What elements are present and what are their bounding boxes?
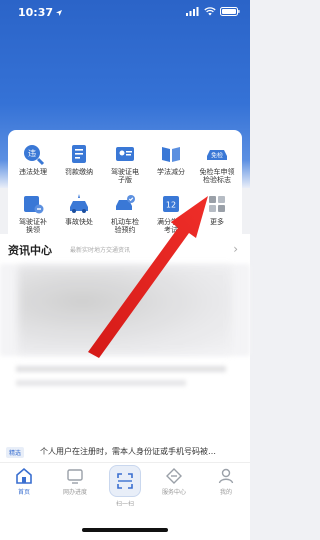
service-label-line1: 驾驶证电 (111, 168, 139, 176)
notice-text: 个人用户在注册时，需本人身份证或手机号码被… (40, 447, 216, 456)
service-label: 更多 (210, 218, 224, 226)
exempt-icon-text: 免检 (211, 152, 223, 160)
status-time-text: 10:37 (18, 6, 54, 19)
service-label-line1: 满分学习 (157, 218, 185, 226)
status-bar: 10:37 (0, 0, 250, 28)
scan-icon (117, 473, 133, 489)
service-label: 学法减分 (157, 168, 185, 176)
profile-icon (218, 468, 234, 484)
service-violation-processing[interactable]: 违 违法处理 (10, 142, 56, 176)
progress-monitor-icon (67, 469, 83, 484)
tab-label: 首页 (17, 489, 30, 496)
service-label-line2: 考试 (164, 226, 178, 234)
news-subtitle: 最新实时地方交通资讯 (70, 247, 131, 254)
study-book-icon (162, 147, 180, 162)
service-label-line2: 检验标志 (203, 176, 231, 184)
service-exempt-inspection-sign[interactable]: 免检 免检车申领 检验标志 (194, 142, 240, 184)
tab-label: 网办进度 (62, 489, 87, 496)
news-center: 资讯中心 最新实时地方交通资讯 › (0, 234, 250, 464)
blurred-news-text (16, 380, 186, 386)
service-full-score-exam[interactable]: 12 满分学习 考试 (148, 192, 194, 234)
fine-payment-icon (72, 145, 86, 163)
tab-home[interactable]: 首页 (4, 467, 44, 496)
news-title: 资讯中心 (8, 244, 52, 257)
service-license-electronic[interactable]: 驾驶证电 子版 (102, 142, 148, 184)
service-study-reduce-points[interactable]: 学法减分 (148, 142, 194, 176)
service-more[interactable]: 更多 (194, 192, 240, 226)
inspection-icon (116, 195, 135, 210)
tab-service-center[interactable]: 服务中心 (154, 467, 194, 496)
featured-badge: 精选 (6, 447, 25, 458)
service-label: 罚款缴纳 (65, 168, 93, 176)
scan-button[interactable] (109, 465, 141, 497)
exempt-car-icon: 免检 (207, 150, 227, 160)
services-card: 违 违法处理 罚款缴纳 驾驶证电 子版 学法减分 免检 免检车申领 检验标志 驾… (8, 130, 242, 246)
tab-profile[interactable]: 我的 (206, 467, 246, 496)
service-label-line2: 验预约 (114, 226, 136, 234)
service-label-line2: 子版 (118, 176, 132, 184)
location-arrow-icon (56, 9, 63, 16)
service-label-line1: 免检车申领 (199, 168, 235, 176)
service-label: 违法处理 (19, 168, 47, 176)
service-label-line2: 换领 (26, 226, 40, 234)
violation-icon: 违 (24, 145, 45, 166)
service-label: 事故快处 (65, 218, 93, 226)
service-accident-quick[interactable]: 事故快处 (56, 192, 102, 226)
tab-label: 服务中心 (161, 489, 186, 496)
service-center-icon (166, 468, 182, 484)
bottom-tab-bar: 首页 网办进度 扫一扫 服务中心 我的 (0, 462, 250, 508)
cellular-signal-icon (186, 7, 199, 16)
news-header[interactable]: 资讯中心 最新实时地方交通资讯 › (8, 242, 242, 260)
featured-notice[interactable]: 精选 个人用户在注册时，需本人身份证或手机号码被… (0, 444, 250, 462)
wifi-icon (204, 7, 216, 16)
service-fine-payment[interactable]: 罚款缴纳 (56, 142, 102, 176)
home-indicator-area (0, 506, 250, 540)
license-e-icon (116, 147, 134, 161)
home-indicator (82, 528, 168, 532)
service-license-replacement[interactable]: 驾驶证补 换领 (10, 192, 56, 234)
more-grid-icon (209, 196, 225, 212)
battery-icon (220, 7, 240, 16)
full-score-icon: 12 (163, 196, 179, 212)
accident-car-icon (70, 194, 88, 213)
chevron-right-icon: › (233, 242, 238, 256)
blurred-news-text (16, 366, 226, 372)
full-score-icon-text: 12 (166, 201, 176, 210)
home-icon (16, 467, 32, 484)
service-vehicle-inspection-booking[interactable]: 机动车检 验预约 (102, 192, 148, 234)
tab-progress[interactable]: 网办进度 (55, 467, 95, 496)
violation-icon-text: 违 (28, 149, 36, 158)
blurred-news-image[interactable] (18, 266, 232, 354)
status-time: 10:37 (18, 6, 63, 19)
service-label-line1: 驾驶证补 (19, 218, 47, 226)
tab-label: 我的 (219, 489, 232, 496)
license-replace-icon (24, 196, 44, 214)
service-label-line1: 机动车检 (111, 218, 139, 226)
